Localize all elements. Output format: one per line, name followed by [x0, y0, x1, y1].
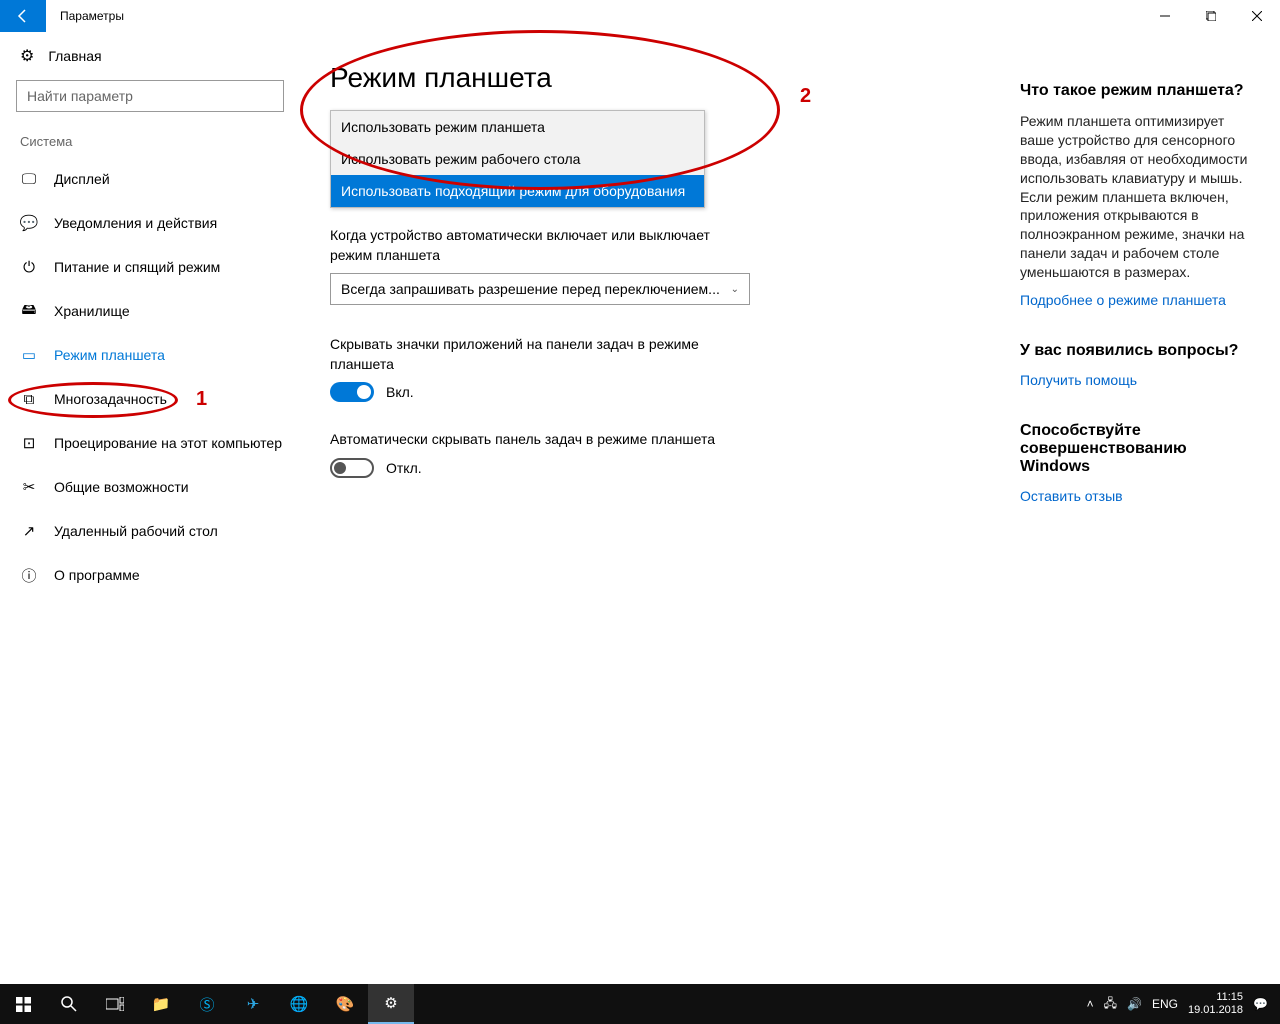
- sidebar-item-label: Проецирование на этот компьютер: [54, 435, 282, 451]
- home-label: Главная: [48, 48, 101, 64]
- action-center-icon[interactable]: 💬: [1253, 997, 1268, 1011]
- login-mode-dropdown[interactable]: Использовать режим планшета Использовать…: [330, 110, 705, 208]
- dropdown-option-selected[interactable]: Использовать подходящий режим для оборуд…: [331, 175, 704, 207]
- taskbar-app-explorer[interactable]: 📁: [138, 984, 184, 1024]
- sidebar-item-label: Удаленный рабочий стол: [54, 523, 218, 539]
- search-placeholder: Найти параметр: [27, 88, 133, 104]
- toggle-state: Вкл.: [386, 384, 414, 400]
- windows-icon: [16, 997, 31, 1012]
- sidebar-item-label: О программе: [54, 567, 140, 583]
- dropdown-option[interactable]: Использовать режим планшета: [331, 111, 704, 143]
- help-link[interactable]: Получить помощь: [1020, 372, 1256, 388]
- main-content: Режим планшета Использовать режим планше…: [300, 32, 1020, 984]
- maximize-icon: [1206, 11, 1216, 21]
- taskview-icon: [106, 997, 124, 1011]
- start-button[interactable]: [0, 984, 46, 1024]
- info-text: Режим планшета оптимизирует ваше устройс…: [1020, 112, 1256, 282]
- chevron-down-icon: ⌄: [731, 284, 739, 295]
- sidebar-item-tablet[interactable]: ▭ Режим планшета: [16, 333, 284, 377]
- sidebar-item-label: Дисплей: [54, 171, 110, 187]
- taskbar-app-telegram[interactable]: ✈: [230, 984, 276, 1024]
- sidebar-item-label: Уведомления и действия: [54, 215, 217, 231]
- sidebar-item-label: Общие возможности: [54, 479, 189, 495]
- notifications-icon: 💬: [20, 214, 38, 232]
- close-icon: [1252, 11, 1262, 21]
- telegram-icon: ✈: [247, 995, 260, 1013]
- skype-icon: Ⓢ: [199, 994, 214, 1015]
- multitask-icon: ⧉: [20, 391, 38, 408]
- window-title: Параметры: [46, 9, 124, 23]
- sidebar-item-label: Многозадачность: [54, 391, 167, 407]
- home-button[interactable]: ⚙ Главная: [16, 32, 284, 80]
- system-tray[interactable]: ˄ 🖧 🔊 ENG 11:15 19.01.2018 💬: [1087, 991, 1280, 1016]
- maximize-button[interactable]: [1188, 0, 1234, 32]
- search-input[interactable]: Найти параметр: [16, 80, 284, 112]
- clock[interactable]: 11:15 19.01.2018: [1188, 991, 1243, 1016]
- display-icon: 🖵: [20, 171, 38, 188]
- sidebar: ⚙ Главная Найти параметр Система 🖵 Диспл…: [0, 32, 300, 984]
- auto-hide-toggle[interactable]: [330, 458, 374, 478]
- clock-date: 19.01.2018: [1188, 1004, 1243, 1017]
- taskbar-app-chrome[interactable]: 🌐: [276, 984, 322, 1024]
- questions-heading: У вас появились вопросы?: [1020, 342, 1256, 360]
- minimize-icon: [1160, 11, 1170, 21]
- right-pane: Что такое режим планшета? Режим планшета…: [1020, 32, 1280, 984]
- sidebar-item-label: Хранилище: [54, 303, 130, 319]
- section-header: Система: [20, 134, 284, 149]
- toggle-state: Откл.: [386, 460, 422, 476]
- remote-icon: ↗: [20, 522, 38, 540]
- taskbar-app-skype[interactable]: Ⓢ: [184, 984, 230, 1024]
- sidebar-item-projecting[interactable]: ⊡ Проецирование на этот компьютер: [16, 421, 284, 465]
- network-icon[interactable]: 🖧: [1104, 994, 1117, 1015]
- search-icon: [61, 996, 77, 1012]
- storage-icon: 🖴: [20, 299, 38, 324]
- chrome-icon: 🌐: [290, 995, 309, 1013]
- tablet-icon: ▭: [20, 346, 38, 364]
- close-button[interactable]: [1234, 0, 1280, 32]
- auto-hide-label: Автоматически скрывать панель задач в ре…: [330, 430, 750, 450]
- select-value: Всегда запрашивать разрешение перед пере…: [341, 281, 720, 297]
- sidebar-item-label: Режим планшета: [54, 347, 165, 363]
- improve-heading: Способствуйте совершенствованию Windows: [1020, 422, 1256, 476]
- taskbar-app-settings[interactable]: ⚙: [368, 984, 414, 1024]
- info-icon: ⓘ: [20, 565, 38, 586]
- info-link[interactable]: Подробнее о режиме планшета: [1020, 292, 1256, 308]
- taskbar-app-paint[interactable]: 🎨: [322, 984, 368, 1024]
- gear-icon: ⚙: [20, 46, 34, 66]
- search-button[interactable]: [46, 984, 92, 1024]
- info-heading: Что такое режим планшета?: [1020, 82, 1256, 100]
- shared-icon: ✂: [20, 478, 38, 496]
- hide-icons-label: Скрывать значки приложений на панели зад…: [330, 335, 750, 374]
- sidebar-item-about[interactable]: ⓘ О программе: [16, 553, 284, 597]
- auto-switch-label: Когда устройство автоматически включает …: [330, 226, 750, 265]
- gear-icon: ⚙: [384, 994, 397, 1012]
- language-indicator[interactable]: ENG: [1152, 997, 1178, 1011]
- hide-icons-toggle[interactable]: [330, 382, 374, 402]
- back-button[interactable]: [0, 0, 46, 32]
- projecting-icon: ⊡: [20, 434, 38, 452]
- sidebar-item-power[interactable]: ⏻ Питание и спящий режим: [16, 245, 284, 289]
- sidebar-item-notifications[interactable]: 💬 Уведомления и действия: [16, 201, 284, 245]
- sidebar-item-display[interactable]: 🖵 Дисплей: [16, 157, 284, 201]
- sidebar-item-label: Питание и спящий режим: [54, 259, 220, 275]
- taskview-button[interactable]: [92, 984, 138, 1024]
- page-title: Режим планшета: [330, 62, 1000, 94]
- minimize-button[interactable]: [1142, 0, 1188, 32]
- volume-icon[interactable]: 🔊: [1127, 997, 1142, 1011]
- taskbar: 📁 Ⓢ ✈ 🌐 🎨 ⚙ ˄ 🖧 🔊 ENG 11:15 19.01.2018 💬: [0, 984, 1280, 1024]
- clock-time: 11:15: [1188, 991, 1243, 1004]
- paint-icon: 🎨: [336, 995, 355, 1013]
- folder-icon: 📁: [152, 995, 171, 1013]
- sidebar-item-shared[interactable]: ✂ Общие возможности: [16, 465, 284, 509]
- titlebar: Параметры: [0, 0, 1280, 32]
- feedback-link[interactable]: Оставить отзыв: [1020, 488, 1256, 504]
- arrow-left-icon: [15, 8, 31, 24]
- sidebar-item-multitask[interactable]: ⧉ Многозадачность: [16, 377, 284, 421]
- sidebar-item-storage[interactable]: 🖴 Хранилище: [16, 289, 284, 333]
- tray-chevron-icon[interactable]: ˄: [1087, 997, 1094, 1011]
- power-icon: ⏻: [20, 259, 38, 276]
- dropdown-option[interactable]: Использовать режим рабочего стола: [331, 143, 704, 175]
- auto-switch-select[interactable]: Всегда запрашивать разрешение перед пере…: [330, 273, 750, 305]
- sidebar-item-remote[interactable]: ↗ Удаленный рабочий стол: [16, 509, 284, 553]
